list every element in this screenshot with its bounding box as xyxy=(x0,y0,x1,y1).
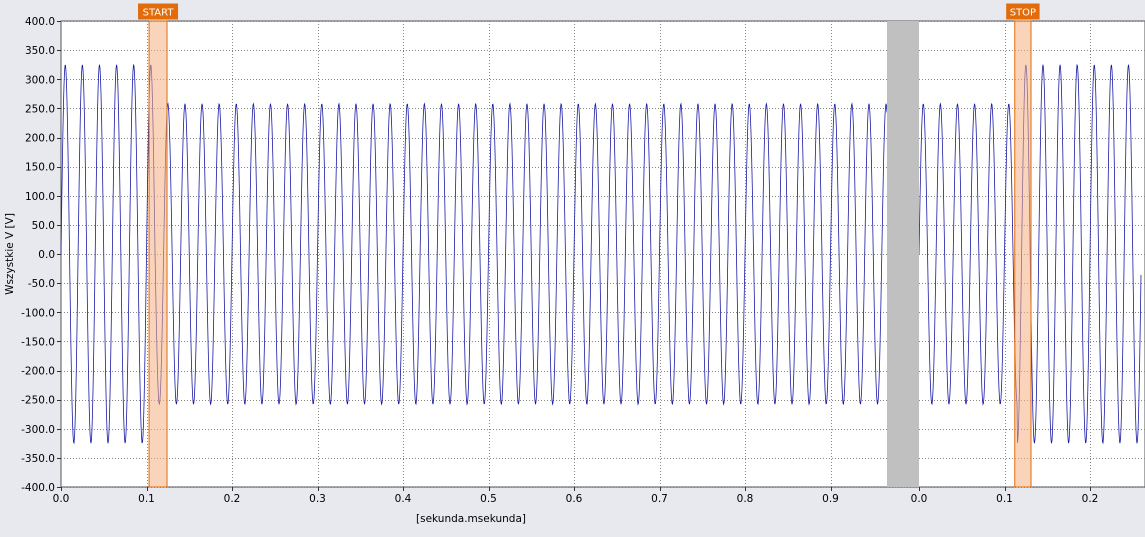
y-tick-label: -400.0 xyxy=(21,482,55,494)
x-tick-label: 0.6 xyxy=(566,493,583,505)
y-tick-label: 300.0 xyxy=(25,74,55,86)
x-tick-label: 0.7 xyxy=(651,493,668,505)
voltage-chart: START STOP 400.0 350.0 300.0 250.0 200.0 150.0… xyxy=(4,3,1145,525)
y-tick-label: 50.0 xyxy=(32,220,55,232)
y-tick-label: 100.0 xyxy=(25,191,55,203)
marker-stop-band[interactable] xyxy=(1014,20,1032,488)
y-tick-label: 200.0 xyxy=(25,133,55,145)
marker-start-label: START xyxy=(143,8,175,19)
x-tick-label: 0.4 xyxy=(395,493,412,505)
chart-container: START STOP 400.0 350.0 300.0 250.0 200.0 150.0… xyxy=(0,0,1145,533)
x-tick-label: 0.9 xyxy=(822,493,839,505)
y-tick-label: -350.0 xyxy=(21,453,55,465)
x-tick-label: 0.8 xyxy=(737,493,754,505)
x-tick-label: 0.1 xyxy=(138,493,155,505)
y-tick-label: 0.0 xyxy=(38,249,55,261)
y-tick-label: -300.0 xyxy=(21,424,55,436)
y-tick-label: -200.0 xyxy=(21,366,55,378)
x-tick-label: 0.0 xyxy=(911,493,928,505)
x-tick-label: 0.0 xyxy=(53,493,70,505)
y-tick-label: 150.0 xyxy=(25,162,55,174)
x-tick-label: 0.2 xyxy=(1082,493,1099,505)
y-axis-label: Wszystkie V [V] xyxy=(4,213,16,295)
y-tick-label: 250.0 xyxy=(25,103,55,115)
y-tick-label: 350.0 xyxy=(25,45,55,57)
y-tick-label: 400.0 xyxy=(25,16,55,28)
y-tick-label: -100.0 xyxy=(21,307,55,319)
x-tick-label: 0.1 xyxy=(996,493,1013,505)
y-tick-label: -50.0 xyxy=(28,278,55,290)
marker-start-band[interactable] xyxy=(148,20,168,488)
segment-gap xyxy=(887,21,919,487)
marker-stop-label: STOP xyxy=(1010,8,1036,19)
y-tick-label: -150.0 xyxy=(21,336,55,348)
x-tick-label: 0.5 xyxy=(480,493,497,505)
y-tick-label: -250.0 xyxy=(21,395,55,407)
x-tick-label: 0.3 xyxy=(309,493,326,505)
x-tick-label: 0.2 xyxy=(224,493,241,505)
x-axis-label: [sekunda.msekunda] xyxy=(416,513,526,525)
